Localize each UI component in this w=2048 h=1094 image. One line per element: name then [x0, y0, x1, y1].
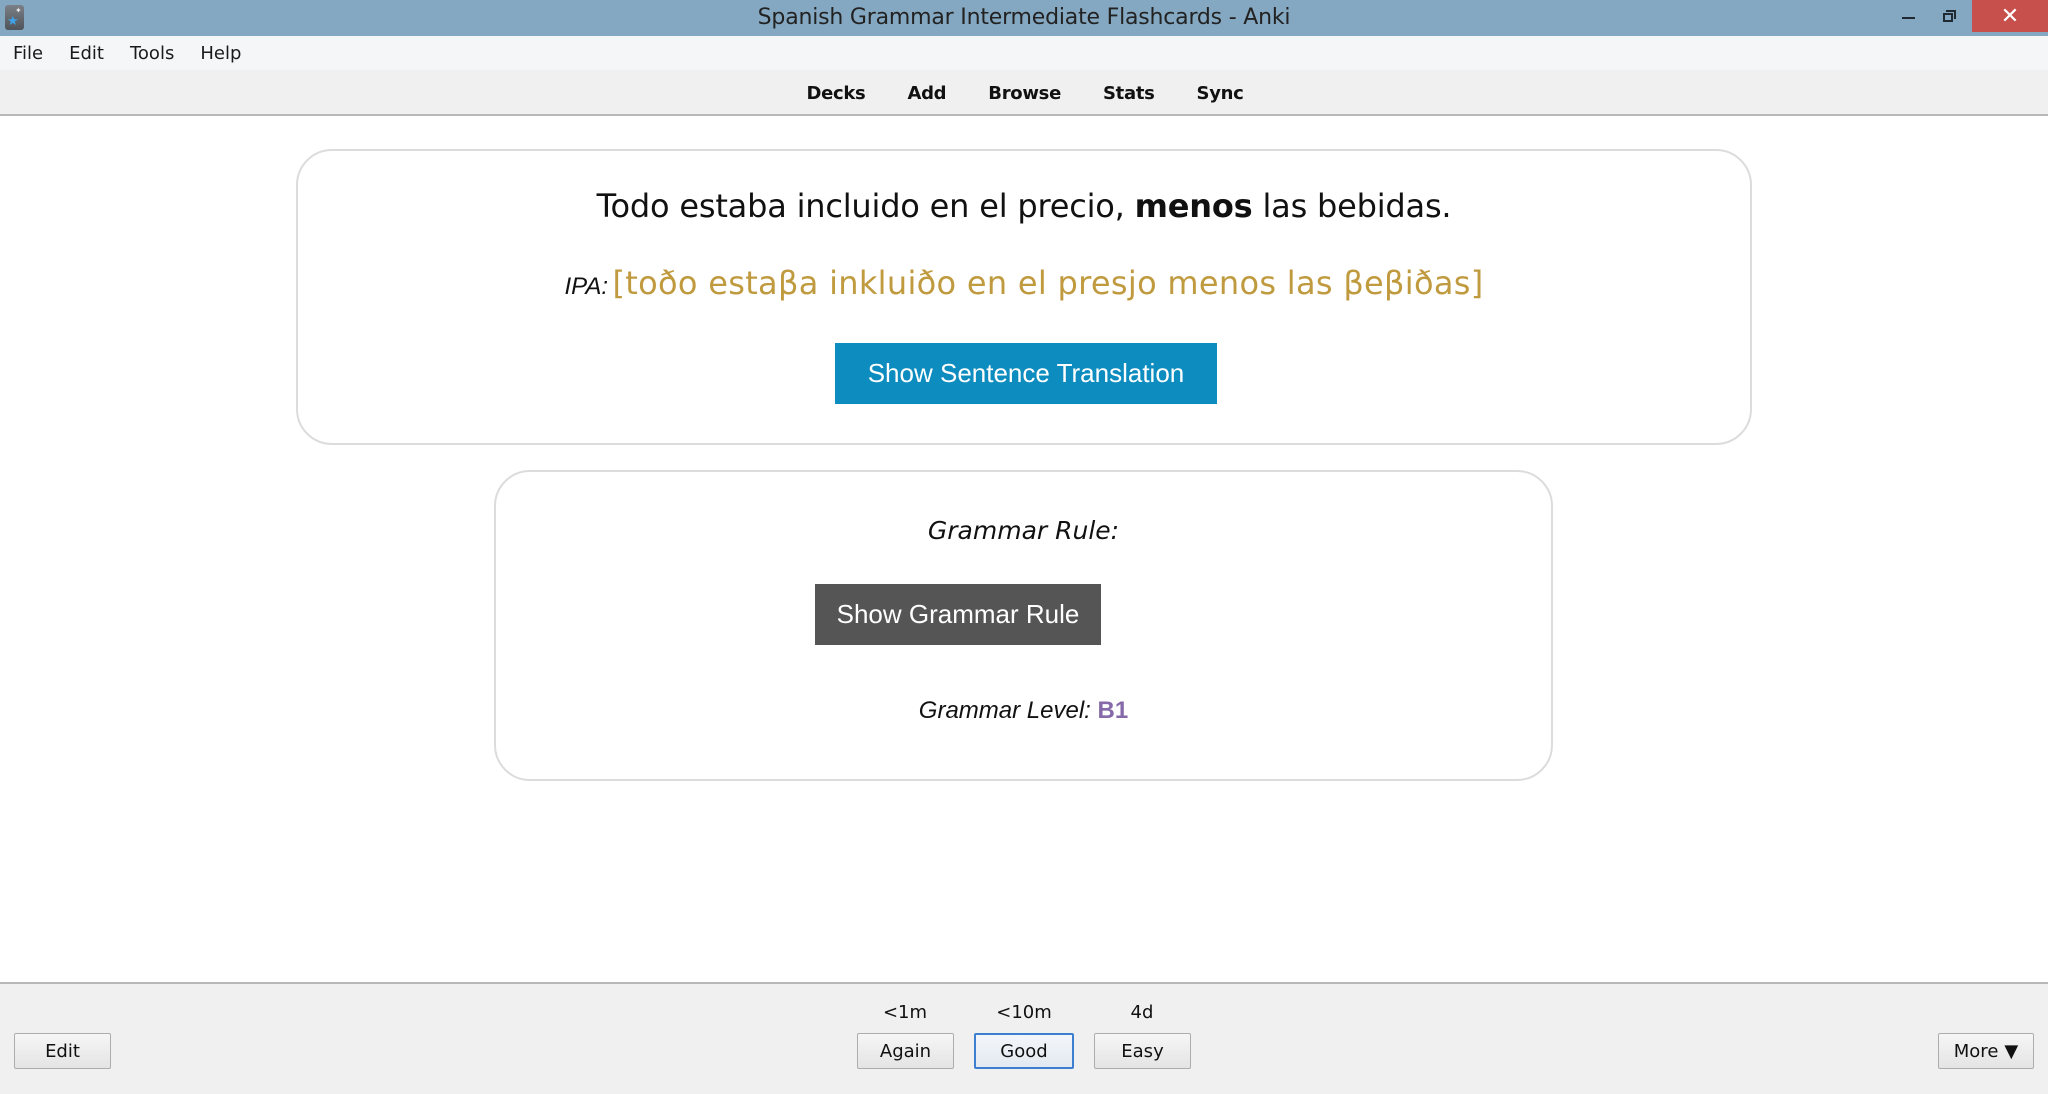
menu-edit[interactable]: Edit: [56, 43, 117, 64]
ipa-label: IPA:: [564, 273, 609, 300]
grammar-card: Grammar Rule: Show Grammar Rule Grammar …: [494, 470, 1553, 781]
grammar-rule-label: Grammar Rule:: [927, 516, 1120, 545]
good-interval: <10m: [996, 1002, 1052, 1023]
ipa-line: IPA: [toðo estaβa inkluiðo en el presjo …: [298, 264, 1750, 302]
again-interval: <1m: [882, 1002, 928, 1023]
menu-bar: File Edit Tools Help: [0, 36, 2048, 70]
menu-help[interactable]: Help: [187, 43, 254, 64]
sentence-text: Todo estaba incluido en el precio, menos…: [298, 187, 1750, 225]
more-button[interactable]: More ▼: [1938, 1033, 2034, 1069]
toolbar-decks[interactable]: Decks: [806, 83, 865, 104]
toolbar-browse[interactable]: Browse: [988, 83, 1061, 104]
close-button[interactable]: ✕: [1972, 0, 2048, 32]
menu-tools[interactable]: Tools: [117, 43, 187, 64]
toolbar-sync[interactable]: Sync: [1197, 83, 1244, 104]
toolbar-add[interactable]: Add: [907, 83, 946, 104]
grammar-level-label: Grammar Level:: [918, 697, 1091, 724]
edit-button[interactable]: Edit: [14, 1033, 111, 1069]
title-bar: ✦ ★ Spanish Grammar Intermediate Flashca…: [0, 0, 2048, 36]
restore-button[interactable]: [1930, 0, 1970, 32]
answer-bar: Edit <1m <10m 4d Again Good Easy More ▼: [0, 982, 2048, 1094]
easy-button[interactable]: Easy: [1094, 1033, 1191, 1069]
sentence-highlight: menos: [1134, 187, 1253, 225]
sentence-card: Todo estaba incluido en el precio, menos…: [296, 149, 1752, 445]
show-grammar-rule-button[interactable]: Show Grammar Rule: [815, 584, 1101, 645]
ipa-transcription: [toðo estaβa inkluiðo en el presjo menos…: [612, 264, 1484, 302]
sentence-after: las bebidas.: [1252, 187, 1452, 225]
window-title: Spanish Grammar Intermediate Flashcards …: [757, 5, 1291, 30]
sentence-before: Todo estaba incluido en el precio,: [596, 187, 1135, 225]
restore-icon: [1943, 10, 1957, 22]
grammar-level-value: B1: [1097, 697, 1129, 724]
toolbar-stats[interactable]: Stats: [1103, 83, 1155, 104]
main-toolbar: Decks Add Browse Stats Sync: [0, 70, 2048, 116]
good-button[interactable]: Good: [974, 1033, 1074, 1069]
dropdown-arrow-icon: ▼: [2004, 1040, 2019, 1062]
again-button[interactable]: Again: [857, 1033, 954, 1069]
minimize-button[interactable]: [1890, 0, 1926, 32]
easy-interval: 4d: [1130, 1002, 1154, 1023]
more-label: More: [1953, 1040, 1999, 1062]
menu-file[interactable]: File: [0, 43, 56, 64]
minimize-icon: [1901, 17, 1915, 19]
grammar-level: Grammar Level: B1: [496, 697, 1551, 725]
show-sentence-translation-button[interactable]: Show Sentence Translation: [835, 343, 1217, 404]
close-icon: ✕: [2000, 3, 2020, 29]
